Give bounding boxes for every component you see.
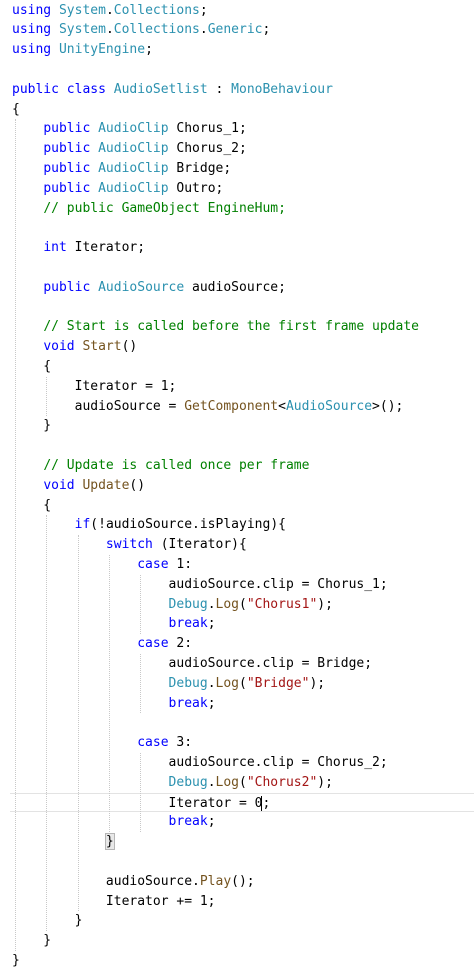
indent-guide	[108, 554, 110, 833]
code-line[interactable]: case 2:	[12, 634, 474, 654]
code-line[interactable]: public AudioClip Chorus_1;	[12, 119, 474, 139]
indent-guide	[46, 376, 48, 417]
code-line[interactable]: }	[12, 951, 474, 971]
indent-guide	[140, 574, 142, 635]
code-line[interactable]: public AudioClip Bridge;	[12, 159, 474, 179]
code-line[interactable]: Iterator += 1;	[12, 892, 474, 912]
code-line[interactable]: }	[12, 911, 474, 931]
code-line[interactable]	[12, 218, 474, 238]
indent-guide	[77, 535, 79, 912]
code-line[interactable]: case 1:	[12, 555, 474, 575]
code-line[interactable]: switch (Iterator){	[12, 535, 474, 555]
code-line[interactable]	[12, 258, 474, 278]
code-line[interactable]: int Iterator;	[12, 238, 474, 258]
code-line[interactable]: }	[12, 931, 474, 951]
code-line[interactable]: Iterator = 0;	[10, 792, 474, 813]
code-line[interactable]	[12, 298, 474, 318]
code-line[interactable]: // Start is called before the first fram…	[12, 317, 474, 337]
code-line[interactable]: Debug.Log("Chorus2");	[12, 773, 474, 793]
code-line[interactable]: }	[12, 832, 474, 852]
indent-guide	[15, 119, 16, 951]
code-line[interactable]	[12, 60, 474, 80]
code-line[interactable]: audioSource.clip = Chorus_2;	[12, 753, 474, 773]
code-line[interactable]: if(!audioSource.isPlaying){	[12, 515, 474, 535]
code-line[interactable]: {	[12, 357, 474, 377]
code-line[interactable]: Debug.Log("Chorus1");	[12, 595, 474, 615]
code-line[interactable]: Debug.Log("Bridge");	[12, 674, 474, 694]
code-line[interactable]: using System.Collections.Generic;	[12, 20, 474, 40]
code-line[interactable]: audioSource = GetComponent<AudioSource>(…	[12, 397, 474, 417]
code-line[interactable]: public class AudioSetlist : MonoBehaviou…	[12, 80, 474, 100]
code-line[interactable]: {	[12, 100, 474, 120]
code-line[interactable]: using System.Collections;	[12, 1, 474, 21]
code-line[interactable]: public AudioSource audioSource;	[12, 278, 474, 298]
code-line[interactable]: void Start()	[12, 337, 474, 357]
code-line[interactable]: break;	[12, 694, 474, 714]
code-line[interactable]: // public GameObject EngineHum;	[12, 199, 474, 219]
code-line[interactable]: case 3:	[12, 733, 474, 753]
code-line[interactable]: audioSource.clip = Bridge;	[12, 654, 474, 674]
code-line[interactable]: audioSource.clip = Chorus_1;	[12, 575, 474, 595]
indent-guide	[140, 752, 142, 833]
code-line[interactable]: audioSource.Play();	[12, 872, 474, 892]
code-line[interactable]: {	[12, 496, 474, 516]
code-editor[interactable]: using System.Collections; using System.Co…	[0, 0, 474, 980]
code-line[interactable]: public AudioClip Outro;	[12, 179, 474, 199]
code-line[interactable]: using UnityEngine;	[12, 40, 474, 60]
code-line[interactable]	[12, 713, 474, 733]
code-line[interactable]: void Update()	[12, 476, 474, 496]
code-line[interactable]: public AudioClip Chorus_2;	[12, 139, 474, 159]
code-line[interactable]: // Update is called once per frame	[12, 456, 474, 476]
text-cursor	[261, 795, 263, 811]
code-line[interactable]: }	[12, 416, 474, 436]
code-line[interactable]	[12, 852, 474, 872]
indent-guide	[46, 515, 48, 932]
code-line[interactable]: break;	[12, 812, 474, 832]
code-line[interactable]	[12, 436, 474, 456]
code-line[interactable]: break;	[12, 614, 474, 634]
indent-guide	[140, 653, 142, 714]
code-line[interactable]: Iterator = 1;	[12, 377, 474, 397]
